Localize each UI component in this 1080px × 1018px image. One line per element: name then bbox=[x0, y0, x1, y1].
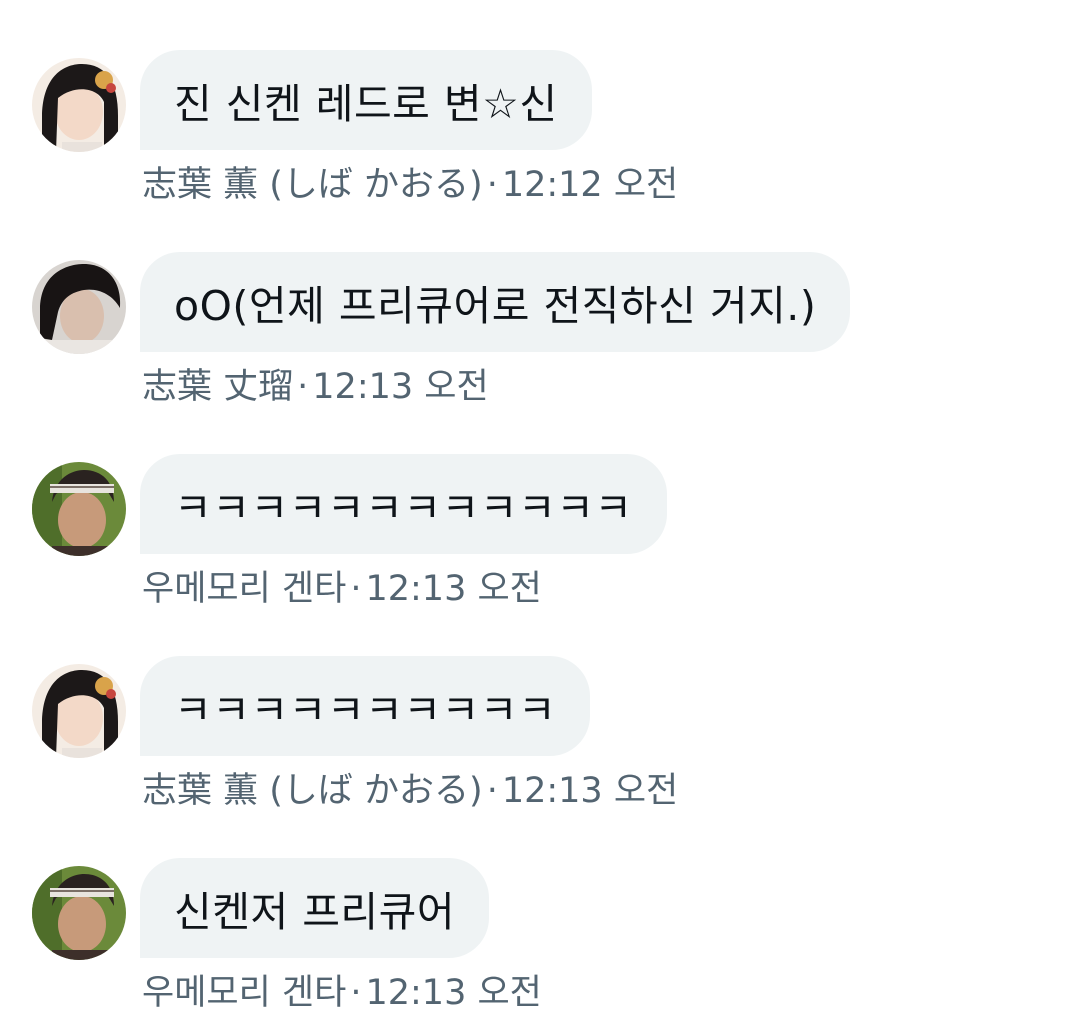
meta-separator: · bbox=[350, 973, 362, 1013]
message-timestamp: 12:12 오전 bbox=[501, 165, 679, 205]
message-text: oO(언제 프리큐어로 전직하신 거지.) bbox=[174, 282, 817, 330]
message-item[interactable]: 신켄저 프리큐어 우메모리 겐타 · 12:13 오전 bbox=[0, 858, 1080, 1018]
kaoru-avatar[interactable] bbox=[32, 664, 126, 758]
message-bubble[interactable]: ㅋㅋㅋㅋㅋㅋㅋㅋㅋㅋ bbox=[140, 656, 591, 756]
message-meta: 志葉 薫 (しば かおる) · 12:12 오전 bbox=[142, 156, 678, 207]
sender-name[interactable]: 우메모리 겐타 bbox=[142, 569, 346, 609]
meta-separator: · bbox=[486, 165, 498, 205]
message-item[interactable]: 진 신켄 레드로 변☆신 志葉 薫 (しば かおる) · 12:12 오전 bbox=[0, 50, 1080, 210]
message-timestamp: 12:13 오전 bbox=[501, 771, 679, 811]
sender-name[interactable]: 志葉 丈瑠 bbox=[142, 367, 293, 407]
message-timestamp: 12:13 오전 bbox=[312, 367, 489, 407]
meta-separator: · bbox=[297, 367, 309, 407]
kaoru-avatar[interactable] bbox=[32, 58, 126, 152]
message-timestamp: 12:13 오전 bbox=[365, 569, 542, 609]
sender-name[interactable]: 志葉 薫 (しば かおる) bbox=[142, 771, 483, 811]
message-item[interactable]: oO(언제 프리큐어로 전직하신 거지.) 志葉 丈瑠 · 12:13 오전 bbox=[0, 252, 1080, 412]
message-text: ㅋㅋㅋㅋㅋㅋㅋㅋㅋㅋ bbox=[174, 686, 557, 734]
genta-avatar[interactable] bbox=[32, 866, 126, 960]
message-item[interactable]: ㅋㅋㅋㅋㅋㅋㅋㅋㅋㅋ 志葉 薫 (しば かおる) · 12:13 오전 bbox=[0, 656, 1080, 816]
message-text: 신켄저 프리큐어 bbox=[174, 888, 456, 936]
message-timestamp: 12:13 오전 bbox=[365, 973, 542, 1013]
message-text: 진 신켄 레드로 변☆신 bbox=[174, 80, 558, 128]
message-bubble[interactable]: ㅋㅋㅋㅋㅋㅋㅋㅋㅋㅋㅋㅋ bbox=[140, 454, 667, 554]
sender-name[interactable]: 志葉 薫 (しば かおる) bbox=[142, 165, 483, 205]
genta-avatar[interactable] bbox=[32, 462, 126, 556]
message-bubble[interactable]: 진 신켄 레드로 변☆신 bbox=[140, 50, 592, 150]
message-bubble[interactable]: 신켄저 프리큐어 bbox=[140, 858, 490, 958]
message-meta: 우메모리 겐타 · 12:13 오전 bbox=[142, 560, 542, 611]
message-meta: 志葉 薫 (しば かおる) · 12:13 오전 bbox=[142, 762, 678, 813]
message-meta: 志葉 丈瑠 · 12:13 오전 bbox=[142, 358, 489, 409]
meta-separator: · bbox=[350, 569, 362, 609]
sender-name[interactable]: 우메모리 겐타 bbox=[142, 973, 346, 1013]
message-item[interactable]: ㅋㅋㅋㅋㅋㅋㅋㅋㅋㅋㅋㅋ 우메모리 겐타 · 12:13 오전 bbox=[0, 454, 1080, 614]
message-text: ㅋㅋㅋㅋㅋㅋㅋㅋㅋㅋㅋㅋ bbox=[174, 484, 633, 532]
message-meta: 우메모리 겐타 · 12:13 오전 bbox=[142, 964, 542, 1015]
dm-conversation: { "messages": [ { "text": "진 신켄 레드로 변☆신"… bbox=[0, 0, 1080, 1018]
takeru-avatar[interactable] bbox=[32, 260, 126, 354]
meta-separator: · bbox=[486, 771, 498, 811]
message-bubble[interactable]: oO(언제 프리큐어로 전직하신 거지.) bbox=[140, 252, 851, 352]
